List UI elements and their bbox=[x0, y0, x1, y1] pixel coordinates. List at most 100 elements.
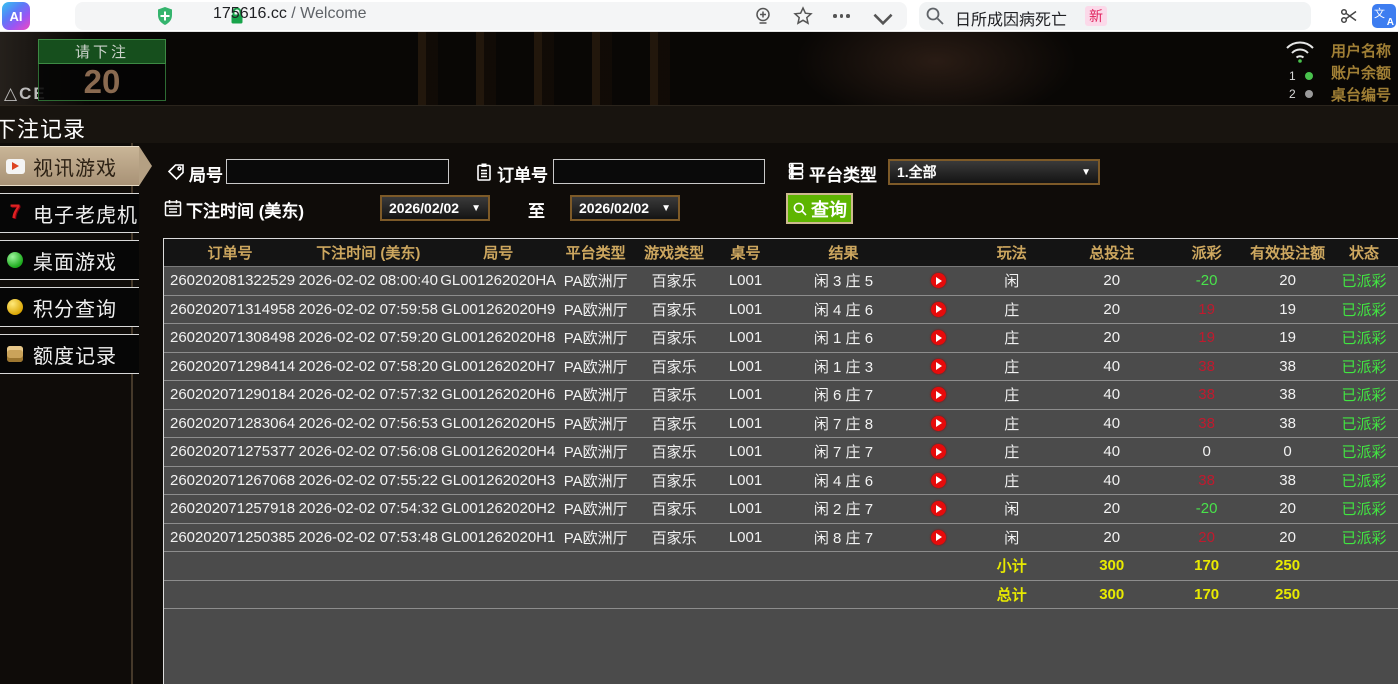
cell-status: 已派彩 bbox=[1341, 444, 1387, 462]
bet-time-label: 下注时间 (美东) bbox=[186, 202, 305, 221]
replay-play-icon[interactable] bbox=[930, 358, 946, 374]
cell-game_type bbox=[636, 581, 713, 609]
cell-order_id: 260202071257918 bbox=[170, 500, 296, 518]
bet-records-table: 订单号 下注时间 (美东) 局号 平台类型 游戏类型 桌号 结果 玩法 总投注 派彩 有效投注额 状态… bbox=[163, 238, 1398, 684]
cell-total_bet: 40 bbox=[1103, 471, 1121, 489]
countdown-value: 20 bbox=[38, 63, 166, 101]
date-from-select[interactable]: 2026/02/02 ▼ bbox=[380, 195, 490, 221]
cell-round_id: GL001262020HA bbox=[440, 272, 556, 290]
search-query-text[interactable]: 日所成因病死亡 bbox=[955, 6, 1067, 30]
sidebar-item-5[interactable]: 额度记录 bbox=[0, 334, 139, 374]
platform-type-select[interactable]: 1.全部 ▼ bbox=[888, 159, 1100, 185]
chevron-down-icon[interactable] bbox=[873, 9, 893, 29]
table-row: 260202071267068 2026-02-02 07:55:22 GL0012… bbox=[164, 466, 1398, 495]
live-video-strip: △CE 请下注 20 1 2 用户名称 账户余额 桌台编号 bbox=[0, 32, 1398, 105]
cell-table_id bbox=[713, 552, 779, 580]
url-text[interactable]: 175616.cc / Welcome bbox=[213, 5, 367, 23]
replay-play-icon[interactable] bbox=[930, 529, 946, 545]
cell-payout: 38 bbox=[1198, 386, 1215, 404]
round-id-label: 局号 bbox=[189, 166, 223, 185]
cell-payout: 38 bbox=[1198, 414, 1215, 432]
cell-valid_bet: 38 bbox=[1279, 357, 1296, 375]
sidebar-item-3[interactable]: 桌面游戏 bbox=[0, 240, 139, 280]
cell-total_bet: 20 bbox=[1103, 329, 1121, 347]
cell-order_id: 260202071275377 bbox=[170, 443, 296, 461]
cell-result: 结果 bbox=[828, 245, 859, 262]
dealer-silhouette bbox=[650, 32, 1170, 105]
cell-payout: 170 bbox=[1194, 557, 1220, 575]
cell-payout: 19 bbox=[1198, 329, 1215, 347]
cell-payout: -20 bbox=[1195, 272, 1218, 290]
cell-result bbox=[779, 552, 909, 580]
browser-topbar: AI 175616.cc / Welcome 日所成因病死亡 新 文A bbox=[0, 0, 1398, 32]
round-id-input[interactable] bbox=[226, 159, 449, 184]
replay-play-icon[interactable] bbox=[930, 444, 946, 460]
translate-icon[interactable]: 文A bbox=[1372, 4, 1396, 28]
sidebar-item-label: 桌面游戏 bbox=[33, 251, 117, 274]
cell-bet_time: 2026-02-02 07:59:58 bbox=[298, 300, 438, 318]
cell-table_id: 桌号 bbox=[730, 245, 761, 262]
cell-total_bet: 20 bbox=[1103, 500, 1121, 518]
replay-play-icon[interactable] bbox=[930, 330, 946, 346]
cell-platform: PA欧洲厅 bbox=[563, 387, 628, 405]
query-button[interactable]: 查询 bbox=[786, 193, 853, 224]
page-title: 下注记录 bbox=[0, 117, 87, 142]
cell-bet_time bbox=[296, 581, 441, 609]
table-header-row: 订单号 下注时间 (美东) 局号 平台类型 游戏类型 桌号 结果 玩法 总投注 派彩 有效投注额 状态 bbox=[164, 239, 1398, 267]
replay-play-icon[interactable] bbox=[930, 501, 946, 517]
cell-game_type: 百家乐 bbox=[651, 472, 697, 490]
cell-round_id: 局号 bbox=[483, 245, 514, 262]
cell-game_type: 游戏类型 bbox=[644, 245, 705, 262]
sidebar-item-label: 视讯游戏 bbox=[33, 157, 117, 180]
save-download-icon[interactable] bbox=[753, 6, 773, 26]
cell-play_type: 闲 bbox=[1004, 529, 1020, 547]
cell-status: 已派彩 bbox=[1341, 501, 1387, 519]
replay-play-icon[interactable] bbox=[930, 273, 946, 289]
cell-payout: 0 bbox=[1202, 443, 1211, 461]
cell-platform: PA欧洲厅 bbox=[563, 301, 628, 319]
order-id-input[interactable] bbox=[553, 159, 765, 184]
cell-replay bbox=[908, 296, 968, 324]
replay-play-icon[interactable] bbox=[930, 472, 946, 488]
cell-game_type: 百家乐 bbox=[651, 501, 697, 519]
cell-valid_bet: 250 bbox=[1275, 557, 1301, 575]
more-options-icon[interactable] bbox=[833, 14, 850, 18]
sidebar-item-2[interactable]: 7 电子老虎机 bbox=[0, 193, 139, 233]
cell-play_type: 闲 bbox=[1004, 273, 1020, 291]
replay-play-icon[interactable] bbox=[930, 301, 946, 317]
cell-round_id: GL001262020H6 bbox=[441, 386, 556, 404]
calendar-icon bbox=[164, 200, 182, 217]
cell-result: 闲 7 庄 8 bbox=[813, 415, 874, 433]
date-to-select[interactable]: 2026/02/02 ▼ bbox=[570, 195, 680, 221]
to-label: 至 bbox=[528, 202, 545, 221]
cell-bet_time: 下注时间 (美东) bbox=[316, 245, 421, 262]
cell-game_type: 百家乐 bbox=[651, 358, 697, 376]
cell-total_bet: 300 bbox=[1099, 557, 1125, 575]
table-game-icon bbox=[5, 250, 25, 270]
wifi-signal-icon bbox=[1286, 41, 1314, 63]
replay-play-icon[interactable] bbox=[930, 387, 946, 403]
cell-round_id: GL001262020H8 bbox=[441, 329, 556, 347]
cell-payout: -20 bbox=[1195, 500, 1218, 518]
scissors-icon[interactable] bbox=[1339, 6, 1359, 26]
cell-play_type: 总计 bbox=[996, 586, 1027, 604]
sidebar-item-4[interactable]: 积分查询 bbox=[0, 287, 139, 327]
cell-status: 已派彩 bbox=[1341, 330, 1387, 348]
ai-extension-icon[interactable]: AI bbox=[2, 2, 30, 30]
cell-play_type: 庄 bbox=[1004, 358, 1020, 376]
table-row: 260202071298414 2026-02-02 07:58:20 GL0012… bbox=[164, 352, 1398, 381]
replay-play-icon[interactable] bbox=[930, 415, 946, 431]
cell-replay bbox=[908, 324, 968, 352]
user-name-label: 用户名称 bbox=[1331, 43, 1392, 60]
account-balance-label: 账户余额 bbox=[1331, 65, 1392, 82]
address-bar[interactable] bbox=[75, 2, 907, 30]
bookmark-star-icon[interactable] bbox=[793, 6, 813, 26]
cell-replay bbox=[908, 581, 968, 609]
cell-game_type: 百家乐 bbox=[651, 301, 697, 319]
cell-replay bbox=[908, 495, 968, 523]
cell-round_id: GL001262020H7 bbox=[441, 357, 556, 375]
cell-result: 闲 6 庄 7 bbox=[813, 387, 874, 405]
table-row: 260202071275377 2026-02-02 07:56:08 GL0012… bbox=[164, 438, 1398, 467]
sidebar-item-1[interactable]: 视讯游戏 bbox=[0, 146, 152, 186]
cell-order_id: 260202071250385 bbox=[170, 528, 296, 546]
